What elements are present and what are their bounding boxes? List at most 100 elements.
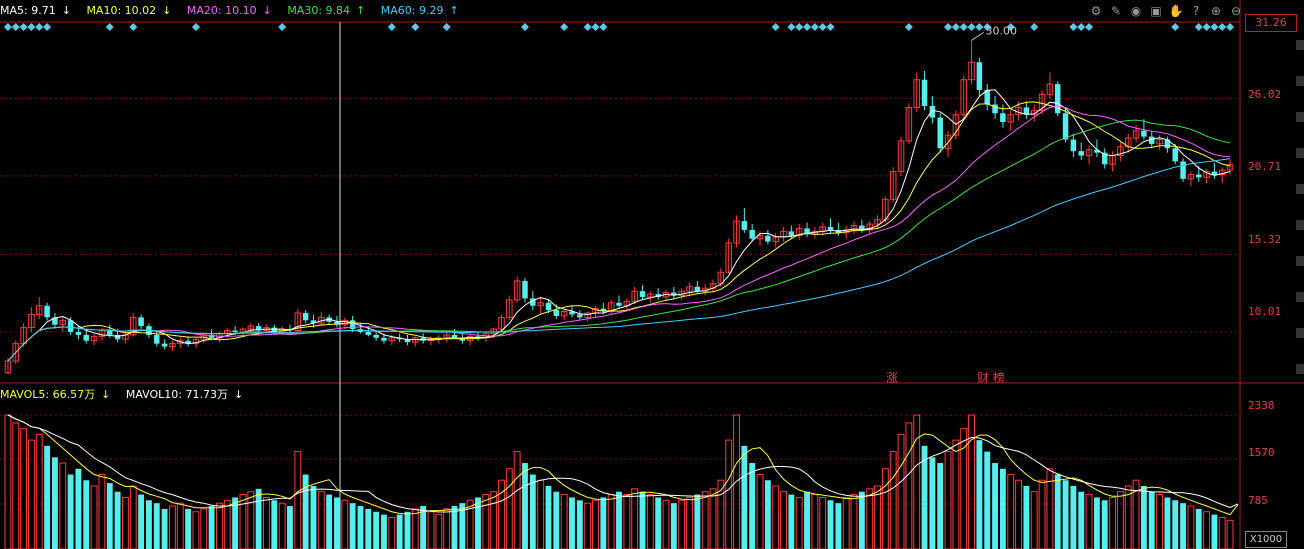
volume-bar-down bbox=[741, 445, 748, 549]
candle-body-down bbox=[1070, 139, 1077, 152]
event-diamond-icon bbox=[43, 23, 52, 31]
event-diamond-icon bbox=[129, 23, 138, 31]
candle-body-down bbox=[827, 226, 834, 230]
volume-bar-down bbox=[381, 514, 387, 549]
volume-bar-down bbox=[858, 491, 865, 549]
save-icon[interactable]: ▣ bbox=[1148, 3, 1164, 19]
volume-bar-down bbox=[1070, 485, 1077, 549]
candle-body-down bbox=[381, 337, 387, 341]
volume-bar-down bbox=[67, 474, 74, 549]
volume-axis-label: 2338 bbox=[1248, 399, 1275, 412]
event-diamond-icon bbox=[1069, 23, 1078, 31]
volume-bar-up bbox=[960, 428, 968, 549]
candle-body-down bbox=[765, 235, 771, 242]
volume-bar-down bbox=[51, 457, 58, 549]
vol-legend: MAVOL5: 66.57万 ↓ MAVOL10: 71.73万 ↓ bbox=[0, 387, 255, 403]
volume-bar-up bbox=[1030, 491, 1038, 549]
ma30-line bbox=[7, 119, 1231, 362]
volume-bar-down bbox=[396, 514, 403, 549]
event-marker-rank[interactable]: 财 榜 bbox=[977, 369, 1005, 386]
volume-bar-up bbox=[662, 499, 670, 549]
candle-body-down bbox=[741, 221, 748, 230]
volume-bar-up bbox=[35, 433, 43, 549]
volume-bar-up bbox=[1038, 479, 1046, 549]
volume-bar-up bbox=[20, 428, 28, 549]
event-marker-limit-up[interactable]: 涨 bbox=[886, 369, 898, 386]
candle-body-down bbox=[1062, 113, 1069, 140]
settings-icon[interactable]: ⚙ bbox=[1088, 3, 1104, 19]
candle-body-down bbox=[553, 310, 560, 316]
ma60-line bbox=[7, 158, 1231, 362]
candle-body-down bbox=[1078, 151, 1084, 156]
candle-body-down bbox=[937, 117, 943, 149]
volume-bar-down bbox=[929, 457, 936, 549]
volume-bar-down bbox=[670, 503, 677, 549]
volume-bar-up bbox=[1203, 511, 1211, 549]
candle-body-down bbox=[67, 320, 74, 332]
volume-bar-up bbox=[223, 499, 231, 549]
event-diamond-icon bbox=[803, 23, 812, 31]
volume-bar-down bbox=[1172, 500, 1179, 549]
volume-bar-down bbox=[976, 440, 983, 549]
event-diamond-icon bbox=[19, 23, 28, 31]
candle-body-down bbox=[788, 231, 795, 236]
event-diamond-icon bbox=[583, 23, 592, 31]
volume-bar-up bbox=[59, 462, 67, 549]
volume-bar-up bbox=[121, 496, 129, 549]
volume-bar-up bbox=[944, 451, 952, 549]
chart-toolbar: ⚙ ✎ ◉ ▣ ✋ ? ⊕ ⊖ bbox=[1088, 3, 1244, 19]
volume-bar-down bbox=[106, 483, 113, 549]
candle-body-down bbox=[522, 280, 528, 299]
candle-body-down bbox=[976, 62, 983, 90]
event-diamond-icon bbox=[11, 23, 20, 31]
volume-bar-down bbox=[804, 491, 810, 549]
price-axis-label: 26.02 bbox=[1248, 88, 1282, 101]
volume-bar-up bbox=[881, 468, 889, 549]
volume-bar-down bbox=[937, 463, 944, 549]
event-diamond-icon bbox=[1171, 23, 1180, 31]
event-diamond-icon bbox=[951, 23, 960, 31]
volume-bar-down bbox=[569, 497, 575, 549]
eye-icon[interactable]: ◉ bbox=[1128, 3, 1144, 19]
candle-body-down bbox=[107, 330, 113, 335]
help-icon[interactable]: ? bbox=[1188, 3, 1204, 19]
candle-body-down bbox=[232, 330, 238, 332]
zoom-in-icon[interactable]: ⊕ bbox=[1208, 3, 1224, 19]
volume-bar-up bbox=[1218, 516, 1226, 549]
high-marker-line bbox=[971, 31, 984, 41]
volume-bar-down bbox=[373, 511, 380, 549]
candle-body-down bbox=[302, 313, 309, 321]
volume-bar-up bbox=[278, 502, 286, 549]
volume-bar-down bbox=[404, 511, 411, 549]
volume-bar-down bbox=[1054, 474, 1061, 549]
hand-icon[interactable]: ✋ bbox=[1168, 3, 1184, 19]
event-diamond-icon bbox=[810, 23, 819, 31]
volume-bar-up bbox=[913, 414, 921, 549]
volume-bar-down bbox=[600, 497, 607, 549]
ma30-legend: MA30: 9.84 ↑ bbox=[287, 4, 366, 17]
volume-bar-down bbox=[694, 494, 701, 549]
ma20-legend: MA20: 10.10 ↓ bbox=[186, 4, 272, 17]
volume-bar-down bbox=[545, 485, 552, 549]
draw-icon[interactable]: ✎ bbox=[1108, 3, 1124, 19]
right-edge-stub bbox=[1296, 220, 1304, 230]
event-diamond-icon bbox=[771, 23, 780, 31]
volume-bar-up bbox=[482, 494, 490, 549]
volume-bar-up bbox=[427, 511, 435, 549]
volume-bar-down bbox=[984, 451, 991, 549]
volume-bar-down bbox=[1211, 514, 1218, 549]
volume-bar-up bbox=[952, 439, 960, 549]
candle-body-down bbox=[75, 331, 82, 335]
right-edge-stub bbox=[1296, 112, 1304, 122]
kline-chart[interactable]: 30.00 bbox=[0, 0, 1304, 549]
volume-bar-down bbox=[208, 506, 215, 549]
volume-bar-up bbox=[317, 491, 325, 549]
volume-bar-up bbox=[607, 494, 615, 549]
event-diamond-icon bbox=[520, 23, 529, 31]
volume-bar-up bbox=[411, 508, 419, 549]
candle-body-down bbox=[154, 334, 160, 344]
volume-bar-down bbox=[451, 506, 458, 549]
volume-bar-up bbox=[169, 505, 176, 549]
volume-bar-up bbox=[709, 488, 717, 549]
zoom-out-icon[interactable]: ⊖ bbox=[1228, 3, 1244, 19]
